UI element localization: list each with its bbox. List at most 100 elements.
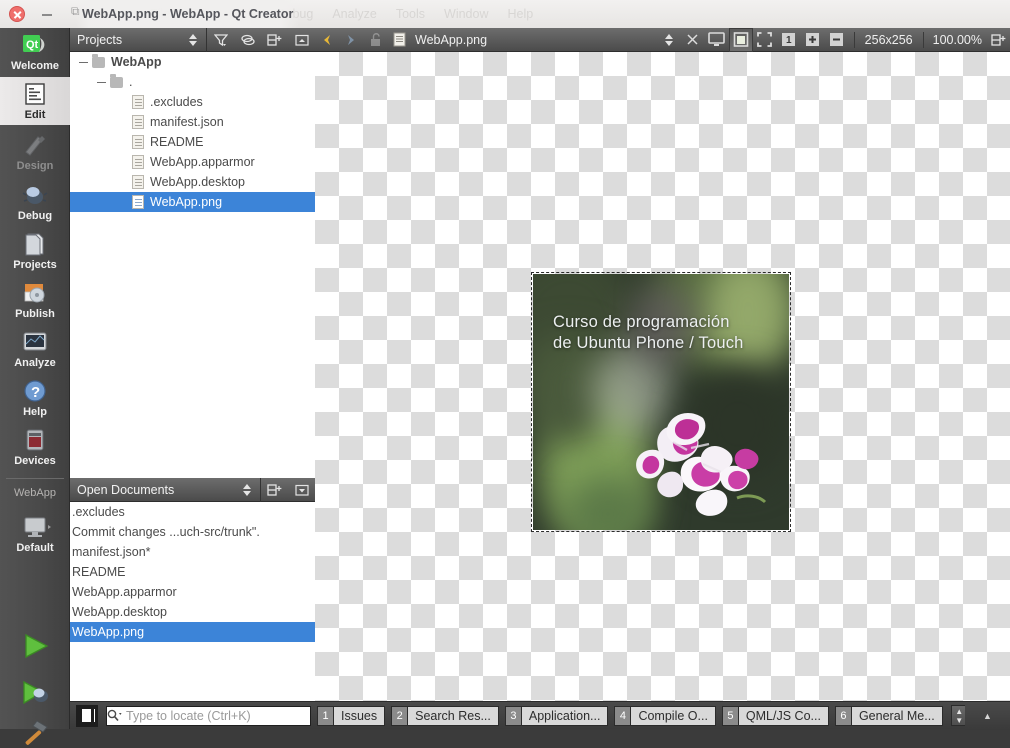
close-document-icon[interactable] xyxy=(681,28,705,52)
close-window-button[interactable] xyxy=(9,6,25,22)
outline-toggle-icon[interactable] xyxy=(728,27,753,52)
zoom-original-icon[interactable]: 1 xyxy=(777,28,801,52)
tree-item-webapp-png[interactable]: WebApp.png xyxy=(70,192,315,212)
image-text-overlay: Curso de programación de Ubuntu Phone / … xyxy=(553,312,779,354)
phone-device-icon xyxy=(22,427,48,453)
left-dock: Projects WebApp . .excludes manifest.jso… xyxy=(70,27,315,701)
link-sync-icon[interactable] xyxy=(234,28,261,52)
tree-item-label: .excludes xyxy=(150,95,203,109)
mode-analyze[interactable]: Analyze xyxy=(0,325,70,373)
webapp-png-preview: Curso de programación de Ubuntu Phone / … xyxy=(533,274,789,530)
fit-to-screen-icon[interactable] xyxy=(753,28,777,52)
sort-dropdown-icon[interactable] xyxy=(233,478,260,502)
mode-edit[interactable]: Edit xyxy=(0,77,70,125)
back-arrow-icon[interactable] xyxy=(315,28,339,52)
unlocked-icon[interactable] xyxy=(363,28,387,52)
output-tab-number: 3 xyxy=(504,705,521,726)
tree-item-dot[interactable]: . xyxy=(70,72,315,92)
tree-item-label: README xyxy=(150,135,204,149)
open-doc-item[interactable]: README xyxy=(70,562,315,582)
output-tab-label: Application... xyxy=(520,705,609,726)
project-tree[interactable]: WebApp . .excludes manifest.json README … xyxy=(70,52,315,212)
open-doc-item[interactable]: WebApp.png xyxy=(70,622,315,642)
filter-icon[interactable] xyxy=(207,28,234,52)
collapse-toggle-icon[interactable] xyxy=(96,77,107,88)
output-tab-qml-js-console[interactable]: 5 QML/JS Co... xyxy=(721,705,829,726)
open-doc-label: WebApp.png xyxy=(72,625,145,639)
open-documents-list[interactable]: .excludes Commit changes ...uch-src/trun… xyxy=(70,502,315,642)
kit-selector[interactable]: Default xyxy=(0,510,70,558)
projects-panel-title: Projects xyxy=(77,32,123,47)
open-doc-item[interactable]: Commit changes ...uch-src/trunk". xyxy=(70,522,315,542)
projects-panel-header: Projects xyxy=(70,27,315,52)
output-tab-issues[interactable]: 1 Issues xyxy=(317,705,386,726)
editor-filename[interactable]: WebApp.png xyxy=(411,33,487,47)
zoom-level-label: 100.00% xyxy=(932,32,982,47)
mode-label: Publish xyxy=(15,308,55,320)
filename-dropdown-icon[interactable] xyxy=(657,28,681,52)
toggle-sidebar-icon[interactable] xyxy=(76,704,98,727)
zoom-in-icon[interactable] xyxy=(801,28,825,52)
close-panel-icon[interactable] xyxy=(288,478,315,502)
split-icon[interactable] xyxy=(261,478,288,502)
mode-label: Devices xyxy=(14,455,56,467)
folders-icon xyxy=(22,231,48,257)
output-tab-application-output[interactable]: 3 Application... xyxy=(504,705,609,726)
build-button[interactable] xyxy=(0,718,70,748)
menu-analyze[interactable]: Analyze xyxy=(332,7,376,21)
mode-help[interactable]: ? Help xyxy=(0,374,70,422)
tree-item-webapp-apparmor[interactable]: WebApp.apparmor xyxy=(70,152,315,172)
split-icon[interactable] xyxy=(261,28,288,52)
overlay-line-1: Curso de programación xyxy=(553,313,730,331)
cd-box-icon xyxy=(22,280,48,306)
mode-projects[interactable]: Projects xyxy=(0,227,70,275)
mode-label: Help xyxy=(23,406,47,418)
minimize-window-button[interactable] xyxy=(39,6,55,22)
image-selection-frame[interactable]: Curso de programación de Ubuntu Phone / … xyxy=(531,272,791,532)
menu-window[interactable]: Window xyxy=(444,7,488,21)
sort-dropdown-icon[interactable] xyxy=(179,28,206,52)
menu-help[interactable]: Help xyxy=(507,7,533,21)
editor-toolbar: WebApp.png 1 256x256 100.00% xyxy=(315,27,1010,52)
bug-icon xyxy=(22,182,48,208)
output-tab-search-results[interactable]: 2 Search Res... xyxy=(391,705,499,726)
start-debugging-button[interactable] xyxy=(0,678,70,708)
hammer-build-icon xyxy=(17,718,53,748)
mode-welcome[interactable]: Qt Welcome xyxy=(0,28,70,76)
output-tab-general-messages[interactable]: 6 General Me... xyxy=(834,705,943,726)
close-panel-icon[interactable] xyxy=(288,28,315,52)
collapse-toggle-icon[interactable] xyxy=(78,57,89,68)
split-editor-icon[interactable] xyxy=(986,28,1010,52)
run-button[interactable] xyxy=(0,631,70,661)
file-icon xyxy=(132,155,144,169)
tree-item-excludes[interactable]: .excludes xyxy=(70,92,315,112)
output-tab-label: Compile O... xyxy=(630,705,716,726)
image-canvas[interactable]: Curso de programación de Ubuntu Phone / … xyxy=(315,52,1010,701)
open-doc-label: .excludes xyxy=(72,505,125,519)
expand-output-button[interactable]: ▲ xyxy=(965,702,1010,730)
overlay-line-2: de Ubuntu Phone / Touch xyxy=(553,334,744,352)
open-doc-item[interactable]: manifest.json* xyxy=(70,542,315,562)
open-doc-item[interactable]: WebApp.desktop xyxy=(70,602,315,622)
forward-arrow-icon[interactable] xyxy=(339,28,363,52)
file-icon xyxy=(132,175,144,189)
tree-item-webapp[interactable]: WebApp xyxy=(70,52,315,72)
mode-publish[interactable]: Publish xyxy=(0,276,70,324)
output-tab-compile-output[interactable]: 4 Compile O... xyxy=(614,705,716,726)
open-doc-item[interactable]: WebApp.apparmor xyxy=(70,582,315,602)
document-icon xyxy=(387,28,411,52)
mode-label: Design xyxy=(16,160,54,172)
mode-label: Analyze xyxy=(14,357,56,369)
output-tab-number: 1 xyxy=(317,705,333,726)
menu-tools[interactable]: Tools xyxy=(396,7,425,21)
svg-text:1: 1 xyxy=(786,35,792,46)
locator-input[interactable]: Type to locate (Ctrl+K) xyxy=(106,705,311,726)
zoom-out-icon[interactable] xyxy=(825,28,849,52)
mode-devices[interactable]: Devices xyxy=(0,423,70,471)
tree-item-manifest-json[interactable]: manifest.json xyxy=(70,112,315,132)
tree-item-readme[interactable]: README xyxy=(70,132,315,152)
background-toggle-icon[interactable] xyxy=(705,28,729,52)
tree-item-webapp-desktop[interactable]: WebApp.desktop xyxy=(70,172,315,192)
open-doc-item[interactable]: .excludes xyxy=(70,502,315,522)
mode-debug[interactable]: Debug xyxy=(0,178,70,226)
